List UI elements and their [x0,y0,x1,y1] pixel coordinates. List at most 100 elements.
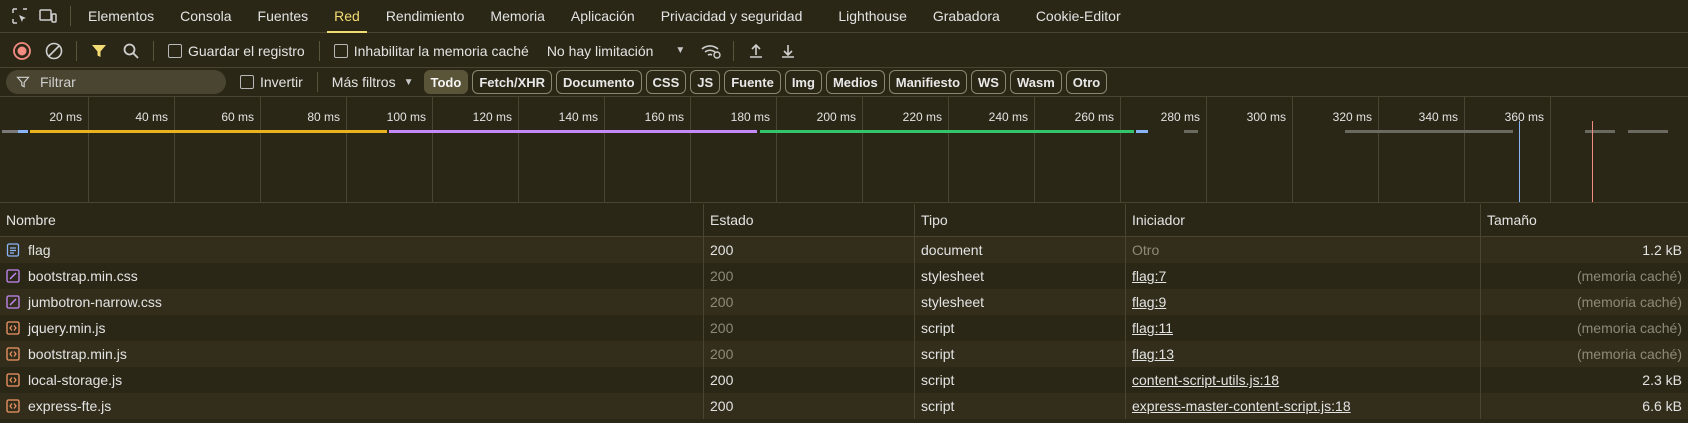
checkbox-box[interactable] [168,43,182,58]
throttling-select[interactable]: No hay limitación ▼ [537,43,696,59]
tab-network[interactable]: Red [321,0,373,33]
initiator-cell[interactable]: express-master-content-script.js:18 [1126,393,1481,419]
filter-chip-fuente[interactable]: Fuente [724,70,781,94]
device-toolbar-icon[interactable] [34,0,62,33]
filter-placeholder: Filtrar [40,74,76,90]
request-name: local-storage.js [28,372,123,388]
inspect-element-icon[interactable] [6,0,34,33]
request-name-cell[interactable]: bootstrap.min.css [0,263,704,289]
network-conditions-icon[interactable] [695,35,727,67]
size-cell: 2.3 kB [1642,372,1682,388]
size-cell: (memoria caché) [1576,294,1682,310]
stop-recording-button[interactable] [6,35,38,67]
table-row[interactable]: express-fte.js 200 script express-master-co… [0,393,1688,419]
filter-icon[interactable] [83,35,115,67]
request-name-cell[interactable]: express-fte.js [0,393,704,419]
timeline-tick-label: 220 ms [902,110,942,124]
toolbar-divider [153,40,154,61]
initiator-cell[interactable]: flag:7 [1126,263,1481,289]
clear-icon[interactable] [38,35,70,67]
type-cell: document [915,237,1126,263]
status-cell: 200 [704,367,915,393]
timeline-tick-label: 240 ms [988,110,1028,124]
more-filters-label: Más filtros [331,74,396,90]
table-row[interactable]: jumbotron-narrow.css 200 stylesheet flag:9 (… [0,289,1688,315]
import-har-icon[interactable] [740,35,772,67]
initiator-link[interactable]: flag:7 [1132,268,1166,284]
timeline-tick-label: 100 ms [386,110,426,124]
request-name-cell[interactable]: flag [0,237,704,263]
request-name-cell[interactable]: local-storage.js [0,367,704,393]
status-cell: 200 [704,237,915,263]
filter-chip-img[interactable]: Img [784,70,822,94]
filter-input[interactable]: Filtrar [6,70,226,94]
filter-chip-css[interactable]: CSS [645,70,687,94]
initiator-link[interactable]: content-script-utils.js:18 [1132,372,1279,388]
filter-chip-todo[interactable]: Todo [423,70,469,94]
timeline-overview[interactable]: 20 ms 40 ms 60 ms 80 ms 100 ms 120 ms 140 ms 16… [0,96,1688,203]
invert-checkbox[interactable]: Invertir [232,74,311,90]
initiator-cell[interactable]: content-script-utils.js:18 [1126,367,1481,393]
tab-console[interactable]: Consola [167,0,244,33]
table-row[interactable]: flag 200 document Otro 1.2 kB [0,237,1688,263]
request-name-cell[interactable]: bootstrap.min.js [0,341,704,367]
tab-list: Elementos Consola Fuentes Red Rendimiento Mem… [75,0,1134,33]
initiator-link[interactable]: flag:13 [1132,346,1174,362]
status-cell: 200 [704,263,915,289]
tab-lighthouse[interactable]: Lighthouse [825,0,920,33]
toolbar-divider [733,40,735,61]
initiator-cell[interactable]: flag:13 [1126,341,1481,367]
tab-performance[interactable]: Rendimiento [373,0,478,33]
tab-sources[interactable]: Fuentes [245,0,322,33]
chevron-down-icon: ▼ [403,76,414,88]
disable-cache-checkbox[interactable]: Inhabilitar la memoria caché [326,43,537,59]
table-row[interactable]: jquery.min.js 200 script flag:11 (memoria ca… [0,315,1688,341]
initiator-cell[interactable]: flag:9 [1126,289,1481,315]
request-name: bootstrap.min.css [28,268,138,284]
script-icon [6,321,20,335]
column-header-initiator[interactable]: Iniciador [1126,204,1481,236]
filter-chip-js[interactable]: JS [690,70,721,94]
more-filters-dropdown[interactable]: Más filtros ▼ [324,74,422,90]
table-row[interactable]: local-storage.js 200 script content-script-… [0,367,1688,393]
checkbox-box[interactable] [333,43,348,58]
timeline-request-bar [1585,130,1615,133]
filter-chip-ws[interactable]: WS [971,70,1006,94]
tab-privacy[interactable]: Privacidad y seguridad [648,0,816,33]
invert-label: Invertir [260,74,303,90]
filter-chip-otro[interactable]: Otro [1065,70,1108,94]
filter-chip-documento[interactable]: Documento [556,70,642,94]
search-icon[interactable] [115,35,147,67]
preserve-log-checkbox[interactable]: Guardar el registro [160,43,313,59]
tab-application[interactable]: Aplicación [558,0,648,33]
table-header: Nombre Estado Tipo Iniciador Tamaño [0,204,1688,237]
filter-chip-wasm[interactable]: Wasm [1009,70,1062,94]
tab-cookie-editor[interactable]: Cookie-Editor [1023,0,1134,33]
resource-type-filters: Todo Fetch/XHR Documento CSS JS Fuente Img Medi… [423,70,1112,94]
request-name-cell[interactable]: jquery.min.js [0,315,704,341]
tab-memory[interactable]: Memoria [477,0,557,33]
timeline-request-bar [389,130,757,133]
column-header-name[interactable]: Nombre [0,204,704,236]
table-row[interactable]: bootstrap.min.js 200 script flag:13 (memoria… [0,341,1688,367]
request-name-cell[interactable]: jumbotron-narrow.css [0,289,704,315]
timeline-tick-label: 40 ms [135,110,168,124]
filter-divider [316,72,318,92]
filter-chip-manifiesto[interactable]: Manifiesto [888,70,968,94]
column-header-type[interactable]: Tipo [915,204,1126,236]
initiator-link[interactable]: express-master-content-script.js:18 [1132,398,1351,414]
initiator-link[interactable]: flag:11 [1132,320,1173,336]
size-cell: (memoria caché) [1576,320,1682,336]
tab-recorder[interactable]: Grabadora [920,0,1013,33]
column-header-status[interactable]: Estado [704,204,915,236]
initiator-cell[interactable]: flag:11 [1126,315,1481,341]
initiator-link[interactable]: flag:9 [1132,294,1166,310]
timeline-request-bar [1345,130,1513,133]
column-header-size[interactable]: Tamaño [1481,204,1688,236]
checkbox-box[interactable] [240,75,254,89]
filter-chip-fetch-xhr[interactable]: Fetch/XHR [472,70,553,94]
tab-elements[interactable]: Elementos [75,0,167,33]
export-har-icon[interactable] [772,35,804,67]
filter-chip-medios[interactable]: Medios [825,70,885,94]
table-row[interactable]: bootstrap.min.css 200 stylesheet flag:7 (mem… [0,263,1688,289]
